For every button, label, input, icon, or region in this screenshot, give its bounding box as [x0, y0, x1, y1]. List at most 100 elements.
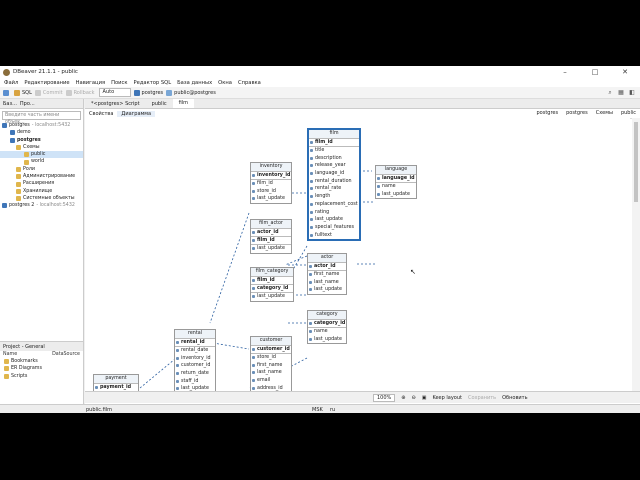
project-item[interactable]: Scripts [0, 373, 83, 380]
close-icon[interactable]: ✕ [610, 66, 640, 78]
entity-column[interactable]: length [309, 193, 359, 201]
menu-help[interactable]: Справка [238, 80, 261, 86]
db-perspective-icon[interactable]: ◧ [628, 89, 636, 96]
project-item[interactable]: Bookmarks [0, 358, 83, 365]
entity-column[interactable]: rental_rate [309, 185, 359, 193]
entity-column[interactable]: release_year [309, 162, 359, 170]
tree-node[interactable]: world [0, 158, 83, 165]
navigator-filter-input[interactable]: Введите часть имени объек... [2, 111, 81, 125]
primary-key-column[interactable]: actor_id [251, 229, 291, 237]
primary-key-column[interactable]: film_id [309, 139, 359, 147]
tree-node[interactable]: demo [0, 129, 83, 136]
entity-column[interactable]: last_update [251, 293, 293, 301]
tree-node[interactable]: postgres [0, 137, 83, 144]
zoom-select[interactable]: 100% [373, 393, 396, 402]
entity-column[interactable]: replacement_cost [309, 201, 359, 209]
perspective-icon[interactable]: ▦ [617, 89, 625, 96]
zoom-out-icon[interactable]: ⊖ [412, 395, 416, 401]
primary-key-column[interactable]: inventory_id [251, 172, 291, 180]
keep-layout-button[interactable]: Keep layout [432, 395, 462, 401]
entity-column[interactable]: name [308, 328, 346, 336]
entity-column[interactable]: special_features [309, 224, 359, 232]
tree-node[interactable]: postgres - localhost:5432 [0, 122, 83, 129]
save-button[interactable]: Сохранить [468, 395, 496, 401]
primary-key-column[interactable]: customer_id [251, 346, 291, 354]
vertical-scrollbar[interactable] [632, 118, 640, 395]
primary-key-column[interactable]: film_id [251, 277, 293, 285]
entity-column[interactable]: store_id [251, 354, 291, 362]
menu-sql-editor[interactable]: Редактор SQL [134, 80, 172, 86]
tree-node[interactable]: Схемы [0, 144, 83, 151]
tab-database-navigator[interactable]: Баз... [3, 101, 17, 107]
maximize-icon[interactable]: □ [580, 66, 610, 78]
entity-column[interactable]: rental_duration [309, 178, 359, 186]
entity-category[interactable]: category category_id name last_update [307, 310, 347, 345]
entity-column[interactable]: language_id [309, 170, 359, 178]
entity-column[interactable]: inventory_id [175, 355, 215, 363]
menu-window[interactable]: Окна [218, 80, 232, 86]
commit-button[interactable]: Commit [34, 89, 63, 97]
entity-column[interactable]: last_update [251, 195, 291, 203]
entity-column[interactable]: email [251, 377, 291, 385]
entity-column[interactable]: customer_id [175, 362, 215, 370]
tab-script[interactable]: *<postgres> Script [85, 101, 146, 107]
menu-file[interactable]: Файл [4, 80, 18, 86]
entity-film-category[interactable]: film_category film_id category_id last_upda… [250, 267, 294, 302]
entity-column[interactable]: last_update [309, 216, 359, 224]
entity-column[interactable]: rental_date [175, 347, 215, 355]
entity-column[interactable]: first_name [251, 362, 291, 370]
tab-diagram[interactable]: Диаграмма [117, 110, 156, 117]
entity-film[interactable]: film film_id title description release_year l… [307, 128, 361, 242]
minimize-icon[interactable]: – [550, 66, 580, 78]
entity-column[interactable]: film_id [251, 180, 291, 188]
entity-column[interactable]: return_date [175, 370, 215, 378]
entity-column[interactable]: last_name [251, 369, 291, 377]
primary-key-column[interactable]: actor_id [308, 263, 346, 271]
entity-column[interactable]: staff_id [175, 378, 215, 386]
refresh-button[interactable]: Обновить [502, 395, 527, 401]
menu-search[interactable]: Поиск [111, 80, 127, 86]
tree-node[interactable]: Хранилище [0, 188, 83, 195]
entity-column[interactable]: last_name [308, 279, 346, 287]
entity-column[interactable]: description [309, 155, 359, 163]
zoom-in-icon[interactable]: ⊕ [401, 395, 405, 401]
rollback-button[interactable]: Rollback [65, 89, 95, 97]
ctx-schemas[interactable]: Схемы [596, 110, 613, 116]
ctx-schema[interactable]: public [621, 110, 636, 116]
entity-column[interactable]: name [376, 183, 416, 191]
entity-column[interactable]: title [309, 147, 359, 155]
entity-inventory[interactable]: inventory inventory_id film_id store_id last… [250, 162, 292, 205]
primary-key-column[interactable]: film_id [251, 237, 291, 245]
tree-node[interactable]: Расширения [0, 180, 83, 187]
column-name-header[interactable]: Name [3, 352, 17, 357]
layout-icon[interactable]: ▣ [422, 395, 427, 401]
scrollbar-thumb[interactable] [634, 122, 638, 202]
menu-navigate[interactable]: Навигация [76, 80, 105, 86]
tree-node[interactable]: Роли [0, 166, 83, 173]
entity-rental[interactable]: rental rental_id rental_date inventory_id cu… [174, 329, 216, 395]
sql-button[interactable]: SQL [14, 89, 32, 97]
entity-column[interactable]: first_name [308, 271, 346, 279]
entity-customer[interactable]: customer customer_id store_id first_name las… [250, 336, 292, 395]
ctx-database[interactable]: postgres [566, 110, 588, 116]
entity-column[interactable]: rating [309, 209, 359, 217]
primary-key-column[interactable]: language_id [376, 175, 416, 183]
tab-projects[interactable]: Про... [20, 101, 35, 107]
ctx-connection[interactable]: postgres [536, 110, 558, 116]
new-connection-button[interactable] [3, 89, 11, 97]
tree-node[interactable]: postgres 2- localhost:5432 [0, 202, 83, 209]
tree-node[interactable]: Системные объекты [0, 195, 83, 202]
primary-key-column[interactable]: category_id [308, 320, 346, 328]
tab-properties[interactable]: Свойства [85, 111, 117, 117]
tree-node[interactable]: Администрирование [0, 173, 83, 180]
menu-database[interactable]: База данных [177, 80, 212, 86]
search-icon[interactable]: ⌕ [606, 89, 614, 96]
primary-key-column[interactable]: rental_id [175, 339, 215, 347]
er-diagram-canvas[interactable]: film film_id title description release_year l… [85, 118, 630, 395]
entity-column[interactable]: last_update [376, 191, 416, 199]
primary-key-column[interactable]: category_id [251, 285, 293, 293]
active-connection-select[interactable]: postgres [133, 89, 163, 97]
tree-node[interactable]: public [0, 151, 83, 159]
entity-column[interactable]: last_update [308, 336, 346, 344]
entity-column[interactable]: fulltext [309, 232, 359, 240]
